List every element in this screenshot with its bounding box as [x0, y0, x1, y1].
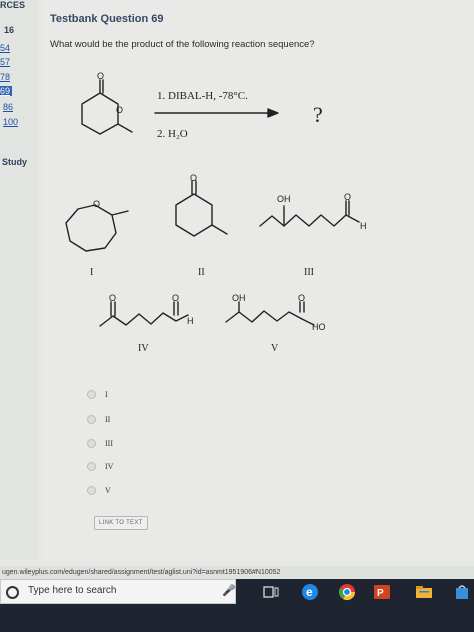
- oxepane-ring-o: O: [93, 199, 100, 209]
- choice-iv[interactable]: IV: [87, 460, 113, 472]
- link-to-text-button[interactable]: LINK TO TEXT: [94, 516, 148, 530]
- unknown-product: ?: [313, 102, 323, 127]
- iv-ketone-o: O: [109, 293, 116, 303]
- ii-carbonyl-o: O: [190, 173, 197, 183]
- store-icon[interactable]: [452, 581, 472, 603]
- taskbar-search-box[interactable]: Type here to search 🎤: [0, 579, 236, 604]
- structure-label-v: V: [271, 343, 279, 354]
- structure-iii: [259, 200, 360, 227]
- task-view-icon[interactable]: [262, 581, 280, 603]
- starting-material-lactone: [81, 79, 133, 135]
- structure-iv: [99, 301, 189, 327]
- structure-ii: [175, 180, 228, 237]
- iii-hydroxyl: OH: [277, 194, 291, 204]
- choice-i-label: I: [105, 389, 108, 399]
- svg-text:e: e: [306, 585, 313, 599]
- choice-ii-label: II: [105, 414, 111, 424]
- svg-text:P: P: [377, 588, 384, 599]
- taskbar-search-placeholder: Type here to search: [28, 585, 117, 596]
- choice-iv-label: IV: [105, 461, 114, 471]
- structure-i: [65, 204, 129, 252]
- reagent-step-1: 1. DIBAL-H, -78°C.: [157, 90, 248, 102]
- choice-iii[interactable]: III: [87, 437, 113, 449]
- iii-aldehyde-h: H: [360, 221, 367, 231]
- iv-aldehyde-o: O: [172, 293, 179, 303]
- lactone-ring-o: O: [116, 105, 123, 115]
- choice-i[interactable]: I: [87, 388, 108, 400]
- structure-label-iii: III: [304, 267, 314, 278]
- cortana-circle-icon[interactable]: [6, 586, 19, 599]
- structure-label-iv: IV: [138, 343, 149, 354]
- reaction-drawing: O O O O OH O H O O H OH O HO 1. DIBAL-H,…: [65, 71, 367, 354]
- choice-v-radio[interactable]: [87, 485, 96, 495]
- choice-iv-radio[interactable]: [87, 461, 96, 471]
- reaction-arrow: [154, 108, 279, 118]
- chrome-browser-icon[interactable]: [337, 581, 357, 603]
- v-hydroxyl: OH: [232, 293, 246, 303]
- reagent-step-2: 2. H₂O: [157, 128, 188, 140]
- powerpoint-icon[interactable]: P: [372, 581, 392, 603]
- v-acid-ho: HO: [312, 322, 326, 332]
- choice-ii-radio[interactable]: [87, 414, 96, 424]
- choice-iii-label: III: [105, 438, 113, 448]
- iii-aldehyde-o: O: [344, 192, 351, 202]
- choice-iii-radio[interactable]: [87, 438, 96, 448]
- structure-label-i: I: [90, 267, 93, 278]
- v-acid-o: O: [298, 293, 305, 303]
- microphone-icon[interactable]: 🎤: [222, 584, 236, 597]
- edge-browser-icon[interactable]: e: [300, 581, 320, 603]
- iv-aldehyde-h: H: [187, 316, 194, 326]
- choice-v-label: V: [105, 485, 111, 495]
- lactone-carbonyl-o: O: [97, 71, 104, 81]
- file-explorer-icon[interactable]: [414, 581, 434, 603]
- choice-ii[interactable]: II: [87, 413, 110, 425]
- choice-v[interactable]: V: [87, 484, 111, 496]
- structure-v: [225, 301, 315, 326]
- browser-status-bar: ugen.wileyplus.com/edugen/shared/assignm…: [0, 566, 474, 579]
- structure-label-ii: II: [198, 267, 205, 278]
- windows-taskbar: Type here to search 🎤 e P: [0, 579, 474, 632]
- choice-i-radio[interactable]: [87, 389, 96, 399]
- status-url: ugen.wileyplus.com/edugen/shared/assignm…: [2, 569, 281, 576]
